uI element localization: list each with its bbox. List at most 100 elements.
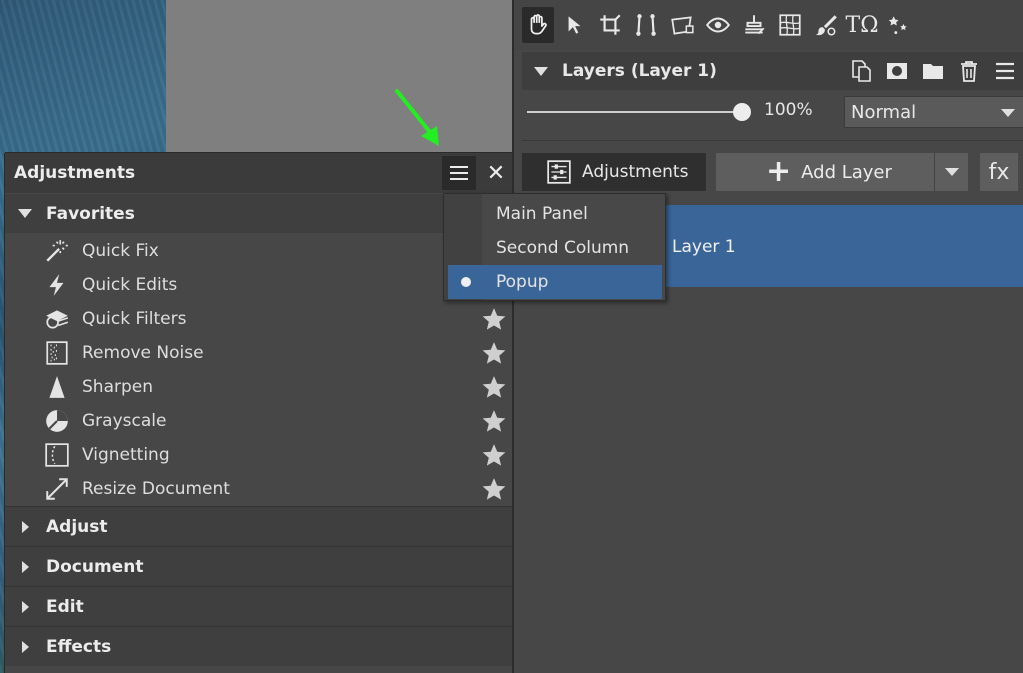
favorite-star-icon[interactable] (481, 442, 507, 468)
section-label: Edit (46, 596, 84, 617)
brush-tool[interactable] (810, 7, 842, 43)
grayscale-icon (43, 407, 71, 435)
layer-actions (847, 57, 1023, 85)
item-label: Resize Document (82, 479, 230, 499)
lightning-icon (43, 271, 71, 299)
pointer-icon (568, 16, 581, 34)
tool-bar: TΩ (514, 0, 1023, 50)
hamburger-icon (996, 62, 1014, 80)
fx-button[interactable]: fx (980, 153, 1018, 191)
list-item-vignetting[interactable]: Vignetting (5, 438, 512, 472)
perspective-tool[interactable] (666, 7, 698, 43)
hamburger-icon-line (450, 166, 468, 168)
layers-header[interactable]: Layers (Layer 1) (522, 52, 1023, 90)
favorite-star-icon[interactable] (481, 476, 507, 502)
expand-icon (18, 209, 32, 218)
list-item-resize-document[interactable]: Resize Document (5, 472, 512, 506)
menu-item-popup[interactable]: Popup (448, 265, 662, 299)
vignetting-icon (43, 441, 71, 469)
brush-icon (815, 15, 837, 36)
chevron-down-icon (1001, 109, 1015, 117)
blend-mode-select[interactable]: Normal (844, 96, 1023, 128)
pointer-tool[interactable] (558, 7, 590, 43)
crop-icon (600, 14, 621, 35)
panel-mode-menu: Main Panel Second Column Popup (443, 193, 666, 301)
item-label: Vignetting (82, 445, 170, 465)
adjustments-button-label: Adjustments (582, 162, 689, 182)
magic-wand-icon (43, 237, 71, 265)
duplicate-icon (852, 60, 871, 82)
menu-item-label: Popup (496, 272, 549, 292)
eye-tool[interactable] (702, 7, 734, 43)
section-favorites[interactable]: Favorites (5, 194, 512, 233)
blend-mode-value: Normal (851, 101, 917, 123)
panel-menu-button[interactable] (442, 156, 476, 190)
layer-folder-button[interactable] (919, 57, 947, 85)
item-label: Sharpen (82, 377, 153, 397)
adjustments-button[interactable]: Adjustments (522, 153, 706, 191)
item-label: Quick Edits (82, 275, 178, 295)
sharpen-icon (43, 373, 71, 401)
layers-menu-button[interactable] (991, 57, 1019, 85)
chevron-right-icon (22, 520, 29, 533)
item-label: Remove Noise (82, 343, 204, 363)
list-item-sharpen[interactable]: Sharpen (5, 370, 512, 404)
duplicate-layer-button[interactable] (847, 57, 875, 85)
clone-tool[interactable] (738, 7, 770, 43)
text-icon: TΩ (845, 12, 879, 38)
text-tool[interactable]: TΩ (845, 7, 879, 43)
section-document[interactable]: Document (5, 546, 512, 586)
adjustments-title: Adjustments (14, 163, 136, 183)
effects-tool[interactable] (882, 7, 914, 43)
opacity-row: 100% Normal (522, 92, 1023, 136)
favorite-star-icon[interactable] (481, 306, 507, 332)
chevron-right-icon (22, 600, 29, 613)
straighten-tool[interactable] (630, 7, 662, 43)
favorite-star-icon[interactable] (481, 340, 507, 366)
layer-button-row: Adjustments + Add Layer fx (522, 153, 1023, 193)
add-layer-dropdown-button[interactable] (934, 153, 968, 191)
adjustments-header[interactable]: Adjustments ✕ (5, 153, 512, 193)
list-item-quick-filters[interactable]: Quick Filters (5, 302, 512, 336)
section-label: Document (46, 556, 144, 577)
radio-dot-icon (461, 277, 471, 287)
hand-tool[interactable] (522, 7, 554, 43)
item-label: Quick Filters (82, 309, 187, 329)
opacity-slider[interactable] (527, 111, 742, 113)
eye-icon (705, 17, 731, 33)
section-label: Effects (46, 636, 112, 657)
collapse-icon[interactable] (534, 66, 548, 76)
clone-icon (745, 15, 765, 35)
divider (522, 140, 1023, 141)
list-item-remove-noise[interactable]: Remove Noise (5, 336, 512, 370)
section-effects[interactable]: Effects (5, 626, 512, 666)
effects-icon (888, 16, 907, 34)
section-edit[interactable]: Edit (5, 586, 512, 626)
layers-title: Layers (Layer 1) (562, 61, 717, 81)
noise-icon (43, 339, 71, 367)
crop-tool[interactable] (594, 7, 626, 43)
opacity-value: 100% (764, 100, 813, 120)
section-adjust[interactable]: Adjust (5, 506, 512, 546)
list-item-grayscale[interactable]: Grayscale (5, 404, 512, 438)
menu-item-second-column[interactable]: Second Column (444, 231, 665, 265)
filters-icon (43, 305, 71, 333)
add-layer-button[interactable]: + Add Layer (716, 153, 934, 191)
opacity-slider-thumb[interactable] (733, 103, 751, 121)
adjustments-panel: Adjustments ✕ Favorites Quick Fix Quick … (5, 153, 512, 673)
annotation-arrow-icon (395, 89, 439, 146)
favorite-star-icon[interactable] (481, 408, 507, 434)
close-button[interactable]: ✕ (482, 156, 510, 190)
list-item-quick-fix[interactable]: Quick Fix (5, 234, 512, 268)
favorite-star-icon[interactable] (481, 374, 507, 400)
delete-layer-button[interactable] (955, 57, 983, 85)
menu-item-label: Second Column (496, 238, 630, 258)
menu-item-main-panel[interactable]: Main Panel (444, 197, 665, 231)
grid-tool[interactable] (774, 7, 806, 43)
list-item-quick-edits[interactable]: Quick Edits (5, 268, 512, 302)
item-label: Quick Fix (82, 241, 159, 261)
layer-mask-button[interactable] (883, 57, 911, 85)
section-label: Favorites (46, 203, 135, 224)
right-panel: TΩ Layers (Layer 1) 100% Normal Adjustme… (514, 0, 1023, 673)
layer-name: Layer 1 (672, 237, 736, 257)
